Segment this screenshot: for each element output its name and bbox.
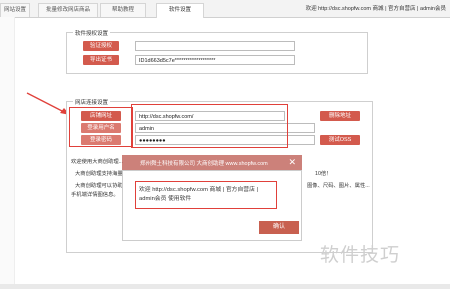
dialog-titlebar: 郑州舜土科技有限公司 大商创助理 www.shopfw.com ✕ [122, 155, 302, 170]
watermark-text: 软件技巧 [320, 245, 401, 266]
highlight-fields-box [131, 104, 288, 148]
highlight-message-box [135, 181, 277, 209]
info-line-1: 欢迎使用大商创助理... [71, 159, 124, 165]
info-line-3: 大商创助理可以协助... [75, 183, 128, 189]
ok-button[interactable]: 确认 [259, 221, 299, 234]
dialog-body: 欢迎 http://dsc.shopfw.com 商城 | 官方自营店 | ad… [122, 170, 302, 241]
info-line-2-tail: 10倍！ [315, 171, 332, 177]
connection-legend: 网店连接设置 [73, 98, 111, 106]
delete-url-button[interactable]: 删除地址 [320, 111, 360, 121]
info-line-2: 大商创助理支持海量... [75, 171, 128, 177]
close-icon[interactable]: ✕ [288, 157, 296, 168]
dialog-title: 郑州舜土科技有限公司 大商创助理 www.shopfw.com [140, 161, 268, 167]
highlight-labels-box [69, 107, 133, 147]
test-oss-button[interactable]: 测试OSS [320, 135, 360, 145]
info-line-3-tail: 图像、尺码、图片、属性... [307, 183, 370, 189]
bottom-bar [0, 284, 450, 289]
welcome-dialog: 郑州舜土科技有限公司 大商创助理 www.shopfw.com ✕ 欢迎 htt… [122, 155, 302, 241]
info-line-4: 手机端详情图信息。 [71, 192, 119, 198]
